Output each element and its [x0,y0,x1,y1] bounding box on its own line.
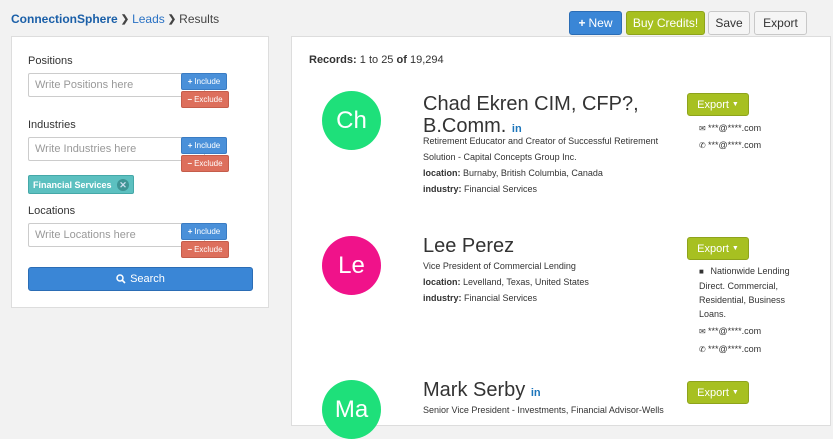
lead-title: Senior Vice President - Investments, Fin… [423,405,664,415]
records-count: Records: 1 to 25 of 19,294 [309,54,444,66]
phone-icon: ✆ [699,141,706,150]
exclude-label: Exclude [194,245,223,254]
caret-down-icon: ▼ [731,389,739,396]
lead-location: Burnaby, British Columbia, Canada [463,168,603,178]
positions-label: Positions [28,55,73,67]
envelope-icon: ✉ [699,327,706,336]
exclude-label: Exclude [194,95,223,104]
records-of-word: of [396,54,407,66]
lead-email: ***@****.com [708,123,762,133]
export-label: Export [697,386,729,399]
lead-industry: Financial Services [464,293,538,303]
lead-export-button[interactable]: Export ▼ [687,93,749,116]
positions-input[interactable]: Write Positions here [28,73,205,97]
locations-label: Locations [28,205,76,217]
minus-icon: − [187,95,193,104]
search-button-label: Search [130,273,165,285]
remove-tag-icon[interactable]: ✕ [117,179,129,191]
industries-exclude-button[interactable]: − Exclude [181,155,229,172]
lead-info: Vice President of Commercial Lending loc… [423,258,693,306]
lead-email: ***@****.com [708,326,762,336]
lead-contact: ✉ ***@****.com ✆ ***@****.com [699,120,809,154]
lead-name[interactable]: Lee Perez [423,235,514,257]
envelope-icon: ✉ [699,124,706,133]
avatar[interactable]: Le [322,236,381,295]
filter-panel: Positions Write Positions here + Include… [11,36,269,308]
minus-icon: − [187,245,193,254]
records-total: 19,294 [409,54,444,66]
avatar[interactable]: Ma [322,380,381,439]
phone-icon: ✆ [699,345,706,354]
include-label: Include [194,77,221,86]
industries-include-button[interactable]: + Include [181,137,227,154]
lead-industry: Financial Services [464,184,538,194]
plus-icon: + [187,77,193,86]
industry-tag: Financial Services ✕ [28,175,134,194]
top-bar: ConnectionSphere ❯ Leads ❯ Results + New… [0,0,833,36]
export-button[interactable]: Export [754,11,807,35]
linkedin-icon[interactable]: in [531,387,541,399]
plus-icon: + [187,227,193,236]
lead-title: Vice President of Commercial Lending [423,261,576,271]
records-label: Records: [309,54,357,66]
new-button-label: New [588,16,613,30]
lead-location: Levelland, Texas, United States [463,277,589,287]
lead-export-button[interactable]: Export ▼ [687,237,749,260]
avatar[interactable]: Ch [322,91,381,150]
positions-include-button[interactable]: + Include [181,73,227,90]
include-label: Include [194,227,221,236]
export-label: Export [697,242,729,255]
search-button[interactable]: Search [28,267,253,291]
results-panel: Records: 1 to 25 of 19,294 Ch Chad Ekren… [291,36,831,439]
buy-credits-button[interactable]: Buy Credits! [626,11,705,35]
plus-icon: + [578,16,586,30]
records-to: 25 [381,54,394,66]
lead-info: Senior Vice President - Investments, Fin… [423,402,713,418]
locations-include-button[interactable]: + Include [181,223,227,240]
brand-link[interactable]: ConnectionSphere [11,12,118,26]
industry-key: industry: [423,184,462,194]
location-key: location: [423,277,461,287]
lead-name-line1: Chad Ekren CIM, CFP?, [423,93,639,115]
locations-exclude-button[interactable]: − Exclude [181,241,229,258]
exclude-label: Exclude [194,159,223,168]
chevron-right-icon: ❯ [167,13,177,25]
new-button[interactable]: + New [569,11,622,35]
export-label: Export [697,98,729,111]
location-key: location: [423,168,461,178]
records-to-word: to [368,54,379,66]
lead-export-button[interactable]: Export ▼ [687,381,749,404]
breadcrumb-current: Results [179,12,220,26]
lead-phone: ***@****.com [708,140,762,150]
lead-contact: ■ Nationwide Lending Direct. Commercial,… [699,264,809,357]
locations-input[interactable]: Write Locations here [28,223,205,247]
breadcrumb-leads-link[interactable]: Leads [132,12,165,26]
industry-key: industry: [423,293,462,303]
briefcase-icon: ■ [699,267,704,276]
plus-icon: + [187,141,193,150]
lead-title: Retirement Educator and Creator of Succe… [423,136,659,162]
chevron-right-icon: ❯ [120,13,130,25]
lead-name[interactable]: Mark Serby in [423,379,541,404]
lead-phone: ***@****.com [708,344,762,354]
lead-name-line1: Mark Serby [423,379,526,401]
industries-label: Industries [28,119,76,131]
include-label: Include [194,141,221,150]
search-icon [116,274,126,284]
lead-company: Nationwide Lending Direct. Commercial, R… [699,266,790,319]
lead-info: Retirement Educator and Creator of Succe… [423,133,693,197]
caret-down-icon: ▼ [731,101,739,108]
minus-icon: − [187,159,193,168]
caret-down-icon: ▼ [731,245,739,252]
save-button[interactable]: Save [708,11,750,35]
records-from: 1 [359,54,366,66]
breadcrumb: ConnectionSphere ❯ Leads ❯ Results [11,12,219,26]
industries-input[interactable]: Write Industries here [28,137,205,161]
positions-exclude-button[interactable]: − Exclude [181,91,229,108]
industry-tag-label: Financial Services [33,179,112,190]
